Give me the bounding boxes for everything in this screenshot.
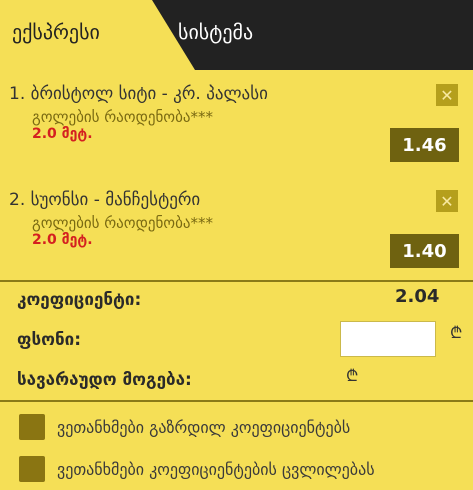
- bet-index: 1.: [9, 84, 26, 104]
- option-label: ვეთანხმები კოეფიციენტების ცვლილებას: [57, 460, 375, 479]
- bet-type-tabs: ექსპრესი სისტემა: [0, 0, 473, 70]
- option-label: ვეთანხმები გაზრდილ კოეფიციენტებს: [57, 418, 351, 437]
- bet-item: 1. ბრისტოლ სიტი - კრ. პალასი გოლების რაო…: [0, 72, 473, 172]
- bet-odds: 1.40: [390, 234, 459, 268]
- bet-stake: 2.0 მეტ.: [32, 126, 93, 142]
- bet-index: 2.: [9, 190, 26, 210]
- tab-system-label[interactable]: სისტემა: [178, 20, 253, 44]
- bet-match: ბრისტოლ სიტი - კრ. პალასი: [30, 84, 268, 104]
- option-row[interactable]: ვეთანხმები გაზრდილ კოეფიციენტებს: [0, 408, 473, 444]
- bet-item: 2. სუონსი - მანჩესტერი გოლების რაოდენობა…: [0, 178, 473, 278]
- bet-stake: 2.0 მეტ.: [32, 232, 93, 248]
- tab-express-label[interactable]: ექსპრესი: [12, 20, 100, 44]
- option-row[interactable]: ვეთანხმები კოეფიციენტების ცვლილებას: [0, 450, 473, 486]
- currency-icon: ₾: [346, 366, 359, 385]
- bet-title: 1. ბრისტოლ სიტი - კრ. პალასი: [9, 84, 268, 104]
- checkbox[interactable]: [19, 456, 45, 482]
- bet-market: გოლების რაოდენობა***: [32, 214, 213, 232]
- divider: [0, 280, 473, 282]
- bet-odds: 1.46: [390, 128, 459, 162]
- bet-match: სუონსი - მანჩესტერი: [30, 190, 201, 210]
- bet-market: გოლების რაოდენობა***: [32, 108, 213, 126]
- close-icon[interactable]: ✕: [436, 190, 458, 212]
- bet-title: 2. სუონსი - მანჩესტერი: [9, 190, 200, 210]
- divider: [0, 400, 473, 402]
- stake-input[interactable]: [340, 321, 436, 357]
- potential-win-label: სავარაუდო მოგება:: [17, 370, 192, 390]
- coefficient-value: 2.04: [395, 286, 440, 307]
- stake-label: ფსონი:: [17, 330, 82, 350]
- close-icon[interactable]: ✕: [436, 84, 458, 106]
- currency-icon: ₾: [450, 323, 463, 342]
- coefficient-label: კოეფიციენტი:: [17, 290, 142, 310]
- checkbox[interactable]: [19, 414, 45, 440]
